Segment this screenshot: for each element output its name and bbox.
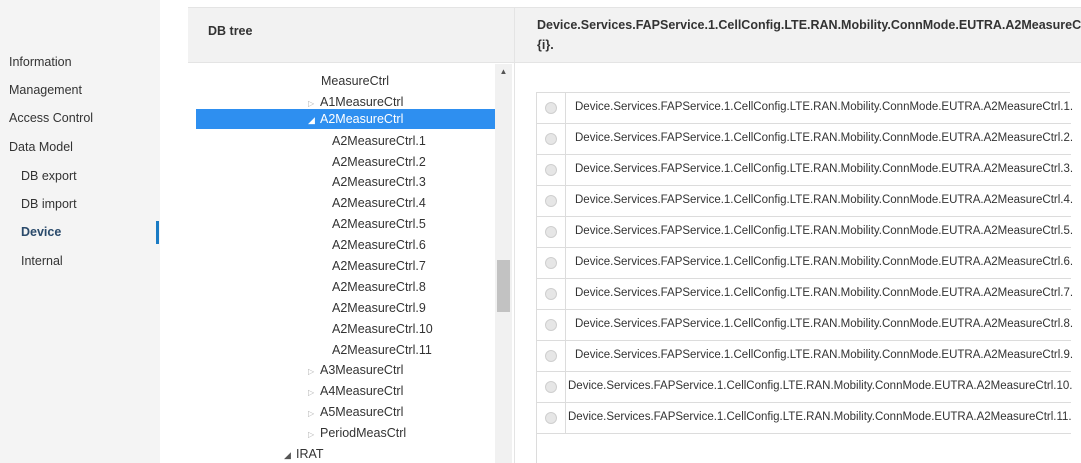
db-tree-header: DB tree xyxy=(188,7,514,63)
instance-path: Device.Services.FAPService.1.CellConfig.… xyxy=(575,318,1074,330)
tree-node-periodmeasctrl[interactable]: ▷ PeriodMeasCtrl xyxy=(308,423,406,443)
tree-node-a4measurectrl[interactable]: ▷ A4MeasureCtrl xyxy=(308,381,403,401)
sidebar-item-management[interactable]: Management xyxy=(0,76,160,104)
radio-button[interactable] xyxy=(545,257,557,269)
detail-header: Device.Services.FAPService.1.CellConfig.… xyxy=(515,7,1081,63)
row-separator xyxy=(565,341,566,371)
instance-path: Device.Services.FAPService.1.CellConfig.… xyxy=(575,132,1074,144)
collapsed-arrow-icon[interactable]: ▷ xyxy=(308,404,320,424)
expanded-arrow-icon[interactable]: ◢ xyxy=(284,445,296,463)
list-item[interactable]: Device.Services.FAPService.1.CellConfig.… xyxy=(537,403,1072,434)
sidebar: Information Management Access Control Da… xyxy=(0,0,160,463)
radio-button[interactable] xyxy=(545,319,557,331)
tree-node-a2measurectrl[interactable]: ◢ A2MeasureCtrl xyxy=(196,109,495,129)
tree-node-a5measurectrl[interactable]: ▷ A5MeasureCtrl xyxy=(308,402,403,422)
row-separator xyxy=(565,403,566,433)
tree-node-a2measurectrl-9[interactable]: A2MeasureCtrl.9 xyxy=(332,298,426,318)
expanded-arrow-icon[interactable]: ◢ xyxy=(308,110,320,130)
tree-node-a2measurectrl-5[interactable]: A2MeasureCtrl.5 xyxy=(332,214,426,234)
tree-node-irat[interactable]: ◢ IRAT xyxy=(284,444,324,463)
tree-node-a3measurectrl[interactable]: ▷ A3MeasureCtrl xyxy=(308,360,403,380)
list-item[interactable]: Device.Services.FAPService.1.CellConfig.… xyxy=(537,341,1074,372)
row-separator xyxy=(565,217,566,247)
list-item[interactable]: Device.Services.FAPService.1.CellConfig.… xyxy=(537,155,1074,186)
instance-path: Device.Services.FAPService.1.CellConfig.… xyxy=(575,256,1074,268)
db-tree: MeasureCtrl ▷ A1MeasureCtrl ◢ A2MeasureCtr… xyxy=(188,64,514,463)
row-separator xyxy=(565,155,566,185)
collapsed-arrow-icon[interactable]: ▷ xyxy=(308,362,320,382)
row-separator xyxy=(565,372,566,402)
row-separator xyxy=(565,186,566,216)
collapsed-arrow-icon[interactable]: ▷ xyxy=(308,383,320,403)
detail-path-suffix: {i}. xyxy=(537,38,554,52)
tree-node-a2measurectrl-3[interactable]: A2MeasureCtrl.3 xyxy=(332,172,426,192)
sidebar-item-device[interactable]: Device xyxy=(0,218,160,246)
tree-node-a2measurectrl-11[interactable]: A2MeasureCtrl.11 xyxy=(332,340,432,360)
sidebar-item-db-import[interactable]: DB import xyxy=(0,190,160,218)
radio-button[interactable] xyxy=(545,102,557,114)
radio-button[interactable] xyxy=(545,288,557,300)
row-separator xyxy=(565,93,566,123)
scroll-up-icon[interactable]: ▲ xyxy=(495,64,512,80)
sidebar-item-access-control[interactable]: Access Control xyxy=(0,104,160,132)
list-item[interactable]: Device.Services.FAPService.1.CellConfig.… xyxy=(537,93,1074,124)
sidebar-item-information[interactable]: Information xyxy=(0,48,160,76)
collapsed-arrow-icon[interactable]: ▷ xyxy=(308,425,320,445)
radio-button[interactable] xyxy=(545,164,557,176)
sidebar-item-db-export[interactable]: DB export xyxy=(0,162,160,190)
tree-node-a2measurectrl-2[interactable]: A2MeasureCtrl.2 xyxy=(332,152,426,172)
list-item[interactable]: Device.Services.FAPService.1.CellConfig.… xyxy=(537,186,1074,217)
radio-button[interactable] xyxy=(545,195,557,207)
tree-node-a2measurectrl-4[interactable]: A2MeasureCtrl.4 xyxy=(332,193,426,213)
row-separator xyxy=(565,279,566,309)
tree-node-a2measurectrl-8[interactable]: A2MeasureCtrl.8 xyxy=(332,277,426,297)
sidebar-item-data-model[interactable]: Data Model xyxy=(0,133,160,161)
list-item[interactable]: Device.Services.FAPService.1.CellConfig.… xyxy=(537,372,1073,403)
list-item[interactable]: Device.Services.FAPService.1.CellConfig.… xyxy=(537,310,1074,341)
radio-button[interactable] xyxy=(545,226,557,238)
list-item[interactable]: Device.Services.FAPService.1.CellConfig.… xyxy=(537,124,1074,155)
list-item[interactable]: Device.Services.FAPService.1.CellConfig.… xyxy=(537,248,1074,279)
panel-divider xyxy=(514,7,515,463)
row-separator xyxy=(565,248,566,278)
radio-button[interactable] xyxy=(545,350,557,362)
row-separator xyxy=(565,310,566,340)
instance-path: Device.Services.FAPService.1.CellConfig.… xyxy=(568,380,1073,392)
tree-scrollbar[interactable]: ▲ xyxy=(495,64,512,463)
detail-path-title: Device.Services.FAPService.1.CellConfig.… xyxy=(537,18,1081,32)
instance-path: Device.Services.FAPService.1.CellConfig.… xyxy=(575,349,1074,361)
tree-node-a2measurectrl-1[interactable]: A2MeasureCtrl.1 xyxy=(332,131,426,151)
radio-button[interactable] xyxy=(545,381,557,393)
tree-node-a2measurectrl-6[interactable]: A2MeasureCtrl.6 xyxy=(332,235,426,255)
instance-path: Device.Services.FAPService.1.CellConfig.… xyxy=(575,287,1074,299)
instance-path: Device.Services.FAPService.1.CellConfig.… xyxy=(575,163,1074,175)
tree-node-a2measurectrl-10[interactable]: A2MeasureCtrl.10 xyxy=(332,319,433,339)
instance-list: Device.Services.FAPService.1.CellConfig.… xyxy=(536,92,1074,463)
instance-path: Device.Services.FAPService.1.CellConfig.… xyxy=(575,225,1074,237)
instance-path: Device.Services.FAPService.1.CellConfig.… xyxy=(575,194,1074,206)
scrollbar-thumb[interactable] xyxy=(497,260,510,312)
radio-button[interactable] xyxy=(545,412,557,424)
list-item[interactable]: Device.Services.FAPService.1.CellConfig.… xyxy=(537,279,1074,310)
row-separator xyxy=(565,124,566,154)
db-tree-title: DB tree xyxy=(208,24,253,38)
tree-node-a2measurectrl-7[interactable]: A2MeasureCtrl.7 xyxy=(332,256,426,276)
instance-path: Device.Services.FAPService.1.CellConfig.… xyxy=(568,411,1072,423)
active-indicator xyxy=(156,221,159,244)
list-item[interactable]: Device.Services.FAPService.1.CellConfig.… xyxy=(537,217,1074,248)
sidebar-item-internal[interactable]: Internal xyxy=(0,247,160,275)
radio-button[interactable] xyxy=(545,133,557,145)
tree-node-measurectrl[interactable]: MeasureCtrl xyxy=(321,71,389,91)
instance-path: Device.Services.FAPService.1.CellConfig.… xyxy=(575,101,1074,113)
